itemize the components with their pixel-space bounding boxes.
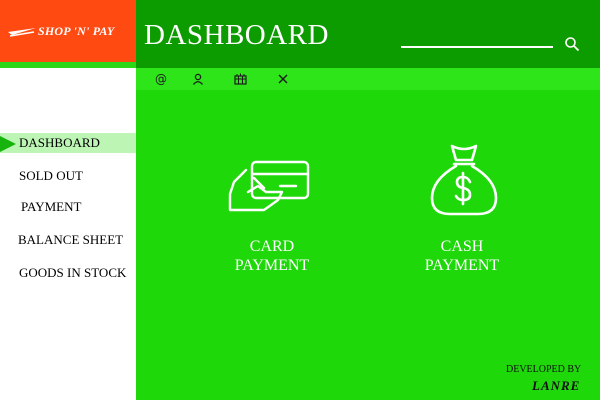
sidebar: DASHBOARD SOLD OUT PAYMENT BALANCE SHEET… xyxy=(0,68,136,400)
sidebar-item-label: SOLD OUT xyxy=(19,168,83,183)
search-input[interactable] xyxy=(401,46,553,48)
cash-payment-label-line1: CASH xyxy=(440,238,484,255)
sidebar-item-label: BALANCE SHEET xyxy=(18,232,124,247)
card-payment-button[interactable]: CARD PAYMENT xyxy=(222,152,322,278)
header-bar: DASHBOARD xyxy=(136,0,600,68)
at-icon[interactable]: @ xyxy=(153,71,169,87)
sidebar-item-goods-in-stock[interactable]: GOODS IN STOCK xyxy=(0,263,136,283)
building-icon[interactable] xyxy=(232,71,248,87)
sidebar-item-dashboard[interactable]: DASHBOARD xyxy=(0,133,136,153)
cash-payment-label-line2: PAYMENT xyxy=(424,257,500,274)
money-bag-icon xyxy=(430,144,498,216)
search-icon[interactable] xyxy=(564,36,580,52)
sidebar-item-payment[interactable]: PAYMENT xyxy=(0,197,136,217)
user-icon[interactable] xyxy=(190,71,206,87)
close-icon[interactable] xyxy=(275,71,291,87)
sidebar-item-label: PAYMENT xyxy=(21,199,82,214)
toolbar: @ xyxy=(136,68,600,90)
sidebar-item-sold-out[interactable]: SOLD OUT xyxy=(0,166,136,186)
main-content xyxy=(136,90,600,400)
card-payment-label-line2: PAYMENT xyxy=(234,257,310,274)
page-title: DASHBOARD xyxy=(144,19,329,51)
developed-by-text: DEVELOPED BY xyxy=(506,364,582,375)
card-payment-label-line1: CARD xyxy=(249,238,295,255)
logo-panel: SHOP 'N' PAY xyxy=(0,0,136,62)
cash-payment-button[interactable]: CASH PAYMENT xyxy=(412,140,512,278)
logo-text: SHOP 'N' PAY xyxy=(38,23,115,38)
sidebar-item-label: GOODS IN STOCK xyxy=(19,265,127,280)
card-payment-icon xyxy=(228,160,310,212)
sidebar-item-balance-sheet[interactable]: BALANCE SHEET xyxy=(0,230,136,250)
active-arrow-icon xyxy=(0,136,16,152)
developer-name: LANRE xyxy=(532,378,581,393)
sidebar-item-label: DASHBOARD xyxy=(19,135,100,150)
